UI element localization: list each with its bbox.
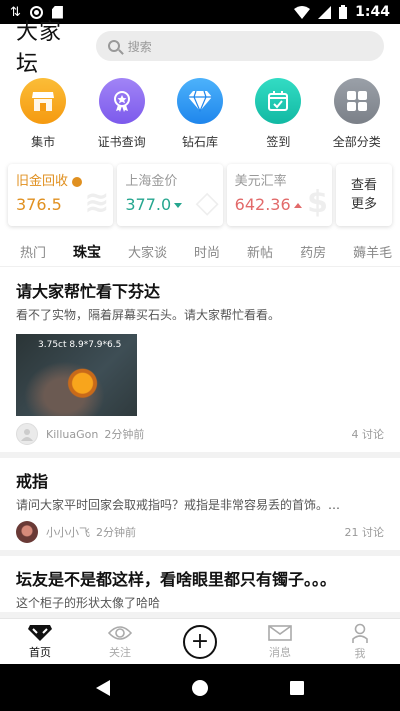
trend-up-icon bbox=[293, 203, 302, 208]
comment-count: 4 讨论 bbox=[351, 428, 385, 441]
post-time: 2分钟前 bbox=[104, 428, 145, 441]
home-circle-icon[interactable] bbox=[191, 679, 209, 697]
search-bar[interactable]: 搜索 bbox=[95, 31, 384, 61]
quick-link-checkin[interactable]: 签到 bbox=[242, 78, 314, 150]
battery-icon bbox=[339, 5, 348, 19]
quick-link-all-categories[interactable]: 全部分类 bbox=[321, 78, 393, 150]
system-navigation-bar bbox=[0, 664, 400, 711]
tab-deals[interactable]: 薅羊毛 bbox=[353, 242, 392, 261]
quick-link-certificate[interactable]: 证书查询 bbox=[86, 78, 158, 150]
dollar-icon: $ bbox=[307, 185, 328, 220]
tab-fashion[interactable]: 时尚 bbox=[194, 242, 220, 261]
post-card[interactable]: 戒指 请问大家平时回家会取戒指吗？戒指是非常容易丢的首饰。… 小小小飞 2分钟前… bbox=[0, 458, 400, 550]
post-feed[interactable]: 请大家帮忙看下芬达 看不了实物，隔着屏幕买石头。请大家帮忙看看。 3.75ct … bbox=[0, 268, 400, 618]
home-icon bbox=[28, 624, 52, 641]
trend-down-icon bbox=[174, 203, 183, 208]
nav-label: 消息 bbox=[269, 645, 291, 659]
tab-pharmacy[interactable]: 药房 bbox=[300, 242, 326, 261]
nav-profile[interactable]: 我 bbox=[320, 619, 400, 664]
nav-home[interactable]: 首页 bbox=[0, 619, 80, 664]
post-meta: KilluaGon 2分钟前 4 讨论 bbox=[16, 416, 384, 452]
quick-link-diamond[interactable]: 钻石库 bbox=[164, 78, 236, 150]
certificate-icon bbox=[98, 78, 145, 124]
post-author[interactable]: KilluaGon bbox=[46, 428, 98, 441]
post-author[interactable]: 小小小飞 bbox=[46, 524, 90, 540]
nav-label: 我 bbox=[354, 646, 366, 660]
market-cards: 旧金回收 376.5 ≋ 上海金价 377.0 ◇ 美元汇率 642.36 $ … bbox=[8, 164, 392, 228]
tab-hot[interactable]: 热门 bbox=[20, 242, 46, 261]
post-body: 这个柜子的形状太像了哈哈 bbox=[16, 596, 161, 610]
avatar[interactable] bbox=[16, 521, 38, 543]
add-icon: + bbox=[183, 624, 217, 659]
post-title[interactable]: 戒指 bbox=[16, 470, 384, 494]
search-placeholder: 搜索 bbox=[127, 39, 152, 54]
tab-discussion[interactable]: 大家谈 bbox=[128, 242, 167, 261]
coins-icon: ≋ bbox=[84, 185, 110, 220]
post-card[interactable]: 坛友是不是都这样，看啥眼里都只有镯子。。。 这个柜子的形状太像了哈哈 bbox=[0, 556, 400, 612]
search-icon bbox=[107, 40, 120, 52]
user-placeholder-icon bbox=[21, 429, 33, 441]
post-meta: 小小小飞 2分钟前 21 讨论 bbox=[16, 514, 384, 550]
tab-jewelry[interactable]: 珠宝 bbox=[73, 242, 101, 262]
market-card-shanghai-gold[interactable]: 上海金价 377.0 ◇ bbox=[117, 164, 223, 226]
recents-icon[interactable] bbox=[289, 680, 305, 696]
calendar-check-icon bbox=[255, 78, 302, 124]
gold-bar-icon: ◇ bbox=[195, 185, 219, 220]
quick-link-label: 全部分类 bbox=[332, 135, 381, 149]
signal-icon bbox=[318, 5, 332, 19]
tab-new-posts[interactable]: 新帖 bbox=[247, 242, 273, 261]
nav-messages[interactable]: 消息 bbox=[240, 619, 320, 664]
quick-link-label: 签到 bbox=[266, 135, 291, 149]
arrow-right-icon bbox=[72, 176, 83, 187]
post-card[interactable]: 请大家帮忙看下芬达 看不了实物，隔着屏幕买石头。请大家帮忙看看。 3.75ct … bbox=[0, 268, 400, 452]
wifi-icon bbox=[294, 5, 311, 19]
app-screen: ⇅ 1:44 大家坛 搜索 集市 证书查询 钻石库 签到 全部分类 旧金回收 3… bbox=[0, 0, 400, 711]
market-card-gold-recycle[interactable]: 旧金回收 376.5 ≋ bbox=[8, 164, 114, 226]
eye-icon bbox=[108, 625, 132, 640]
post-body: 请问大家平时回家会取戒指吗？戒指是非常容易丢的首饰。… bbox=[16, 498, 341, 512]
quick-link-label: 钻石库 bbox=[181, 135, 218, 149]
avatar[interactable] bbox=[16, 423, 38, 445]
market-card-usd-rate[interactable]: 美元汇率 642.36 $ bbox=[226, 164, 332, 226]
clock: 1:44 bbox=[355, 4, 390, 20]
user-icon bbox=[352, 623, 368, 643]
more-label: 查看更多 bbox=[350, 178, 377, 212]
comment-count: 21 讨论 bbox=[344, 526, 385, 539]
post-title[interactable]: 坛友是不是都这样，看啥眼里都只有镯子。。。 bbox=[16, 568, 384, 592]
diamond-icon bbox=[176, 78, 223, 124]
nav-follow[interactable]: 关注 bbox=[80, 619, 160, 664]
quick-link-label: 集市 bbox=[31, 135, 56, 149]
post-image[interactable]: 3.75ct 8.9*7.9*6.5 bbox=[16, 334, 137, 416]
grid-icon bbox=[333, 78, 380, 124]
back-icon[interactable] bbox=[95, 679, 111, 697]
category-tabs: 热门 珠宝 大家谈 时尚 新帖 药房 薅羊毛 bbox=[0, 237, 400, 267]
nav-label: 关注 bbox=[109, 645, 131, 659]
post-body: 看不了实物，隔着屏幕买石头。请大家帮忙看看。 bbox=[16, 308, 281, 322]
quick-link-label: 证书查询 bbox=[97, 135, 146, 149]
quick-link-market[interactable]: 集市 bbox=[7, 78, 79, 150]
image-caption: 3.75ct 8.9*7.9*6.5 bbox=[38, 340, 122, 350]
post-title[interactable]: 请大家帮忙看下芬达 bbox=[16, 280, 384, 304]
post-time: 2分钟前 bbox=[96, 526, 136, 539]
mail-icon bbox=[268, 624, 292, 641]
header: 大家坛 搜索 bbox=[0, 20, 400, 77]
shop-icon bbox=[20, 78, 67, 124]
quick-links: 集市 证书查询 钻石库 签到 全部分类 bbox=[0, 78, 400, 150]
market-more-button[interactable]: 查看更多 bbox=[335, 164, 392, 226]
app-logo: 大家坛 bbox=[16, 20, 63, 77]
nav-label: 首页 bbox=[29, 645, 51, 659]
bottom-navigation: 首页 关注 + 消息 我 bbox=[0, 618, 400, 664]
nav-create-post[interactable]: + bbox=[160, 619, 240, 664]
